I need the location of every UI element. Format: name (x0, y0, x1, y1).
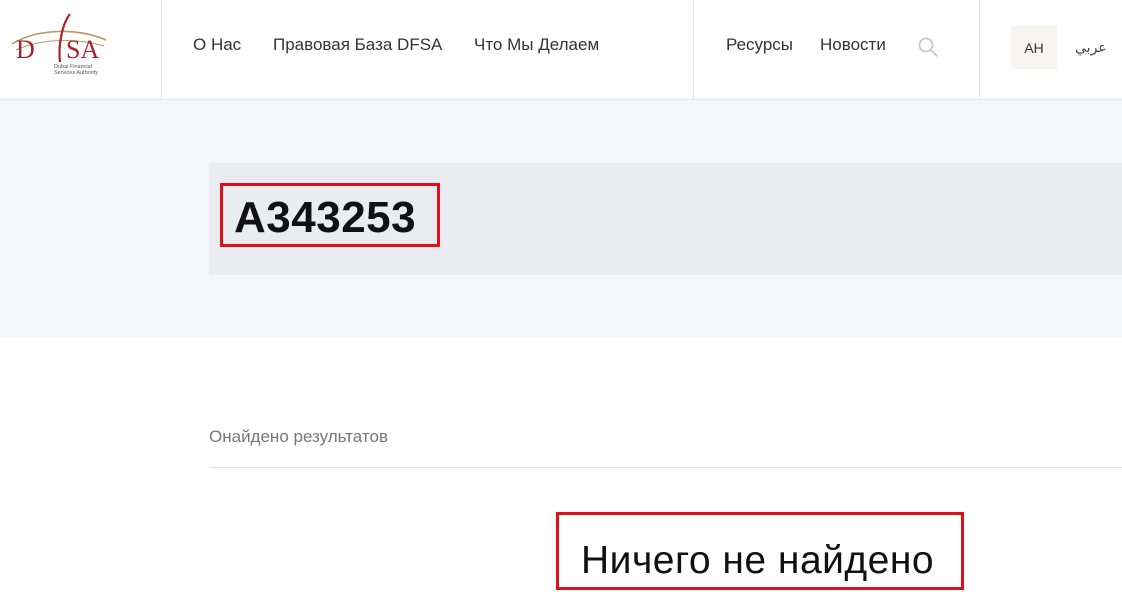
logo-text-sa: SA (66, 35, 99, 64)
dfsa-logo-mark: D SA Dubai Financial Services Authority (11, 13, 107, 76)
logo-caption-line2: Services Authority (54, 70, 98, 76)
language-switch-arabic[interactable]: عربي (1075, 40, 1107, 56)
header-divider (161, 0, 162, 99)
nav-item-about[interactable]: О Нас (193, 34, 241, 56)
site-header: D SA Dubai Financial Services Authority … (0, 0, 1122, 100)
dfsa-logo[interactable]: D SA Dubai Financial Services Authority (8, 10, 112, 80)
nav-item-resources[interactable]: Ресурсы (726, 34, 793, 56)
search-icon[interactable] (917, 36, 939, 58)
nav-item-news[interactable]: Новости (820, 34, 886, 56)
nav-item-what-we-do[interactable]: Что Мы Делаем (474, 34, 599, 56)
highlight-box-query (220, 183, 440, 247)
logo-text-d: D (16, 35, 35, 64)
language-switch-current[interactable]: АН (1011, 26, 1057, 69)
nav-item-legal-framework[interactable]: Правовая База DFSA (273, 34, 442, 56)
header-divider (693, 0, 694, 99)
results-count-label: Онайдено результатов (209, 427, 388, 446)
highlight-box-no-results (556, 512, 964, 590)
header-divider (979, 0, 980, 99)
results-divider (209, 467, 1122, 468)
